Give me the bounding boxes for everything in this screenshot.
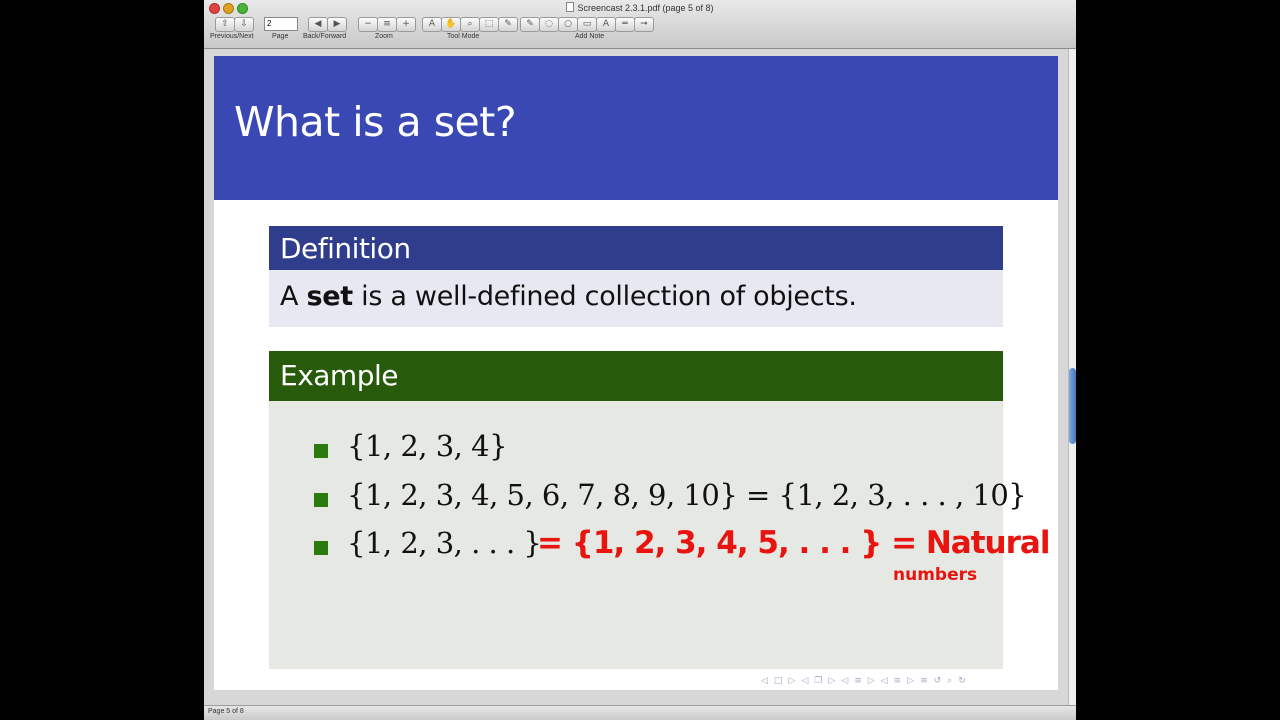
note-arrow-button[interactable]: ➞ [634, 17, 654, 32]
page-label: Page [272, 33, 289, 40]
nav-icon[interactable]: ▷ [868, 676, 875, 686]
pdf-document-icon [566, 2, 575, 12]
zoom-to-fit-button[interactable]: ≡ [377, 17, 397, 32]
tool-mode-label: Tool Mode [447, 33, 480, 40]
annotate-tool-button[interactable]: ✎ [498, 17, 518, 32]
note-text-button[interactable]: ✎ [520, 17, 540, 32]
example-block-body: {1, 2, 3, 4} {1, 2, 3, 4, 5, 6, 7, 8, 9,… [269, 401, 1050, 669]
example-item: {1, 2, 3, 4, 5, 6, 7, 8, 9, 10} = {1, 2,… [347, 478, 1027, 512]
forward-button[interactable]: ▶ [327, 17, 347, 32]
note-rectangle-button[interactable]: ▭ [577, 17, 597, 32]
beamer-navigation-bar: ◁ □ ▷ ◁ ❐ ▷ ◁ ≡ ▷ ◁ ≡ ▷ ≡ ↺ ⌕ ↻ [761, 676, 966, 686]
page-status: Page 5 of 8 [208, 708, 244, 715]
handwritten-annotation-line2: numbers [893, 565, 978, 585]
select-tool-button[interactable]: ⬚ [479, 17, 499, 32]
zoom-in-button[interactable]: + [396, 17, 416, 32]
definition-suffix: is a well-defined collection of objects. [352, 281, 857, 312]
note-highlight-button[interactable]: A [596, 17, 616, 32]
back-forward-group: ◀ ▶ [308, 17, 347, 32]
zoom-group: − ≡ + [358, 17, 416, 32]
nav-icon[interactable]: ❐ [814, 676, 822, 686]
definition-prefix: A [280, 281, 307, 312]
zoom-tool-button[interactable]: ⌕ [460, 17, 480, 32]
note-oval-button[interactable]: ○ [558, 17, 578, 32]
bullet-marker [314, 444, 328, 458]
add-note-group: ✎ ◌ ○ ▭ A ═ ➞ [520, 17, 654, 32]
pdf-viewer-window: Screencast 2.3.1.pdf (page 5 of 8) ⇧ ⇩ 2… [204, 0, 1076, 720]
nav-icon[interactable]: ≡ [894, 676, 902, 686]
nav-icon[interactable]: ▷ [828, 676, 835, 686]
nav-icon[interactable]: ◁ [841, 676, 848, 686]
nav-icon[interactable]: ≡ [854, 676, 862, 686]
nav-icon[interactable]: ≡ [920, 676, 928, 686]
slide-title: What is a set? [234, 98, 517, 146]
definition-block-header: Definition [269, 226, 1003, 270]
back-forward-label: Back/Forward [303, 33, 347, 40]
document-area[interactable]: What is a set? Definition A set is a wel… [204, 49, 1068, 705]
add-note-label: Add Note [575, 33, 605, 40]
scrollbar-thumb[interactable] [1069, 368, 1076, 444]
definition-heading: Definition [280, 232, 411, 265]
previous-next-group: ⇧ ⇩ [215, 17, 254, 32]
nav-icon[interactable]: ◁ [761, 676, 768, 686]
slide-title-bar: What is a set? [214, 56, 1058, 200]
note-callout-button[interactable]: ◌ [539, 17, 559, 32]
handwritten-annotation: = {1, 2, 3, 4, 5, . . . } = Natural [537, 525, 1050, 561]
bullet-marker [314, 493, 328, 507]
definition-term: set [306, 281, 353, 312]
example-block-header: Example [269, 351, 1003, 401]
next-page-button[interactable]: ⇩ [234, 17, 254, 32]
previous-next-label: Previous/Next [210, 33, 254, 40]
nav-icon[interactable]: ▷ [907, 676, 914, 686]
note-strikethrough-button[interactable]: ═ [615, 17, 635, 32]
window-title-text: Screencast 2.3.1.pdf (page 5 of 8) [577, 3, 714, 13]
definition-block-body: A set is a well-defined collection of ob… [269, 270, 1003, 327]
nav-icon[interactable]: □ [774, 676, 783, 686]
bullet-marker [314, 541, 328, 555]
example-heading: Example [280, 359, 398, 392]
definition-text: A set is a well-defined collection of ob… [280, 281, 857, 312]
nav-icon[interactable]: ▷ [788, 676, 795, 686]
nav-icon[interactable]: ◁ [881, 676, 888, 686]
text-tool-button[interactable]: A [422, 17, 442, 32]
example-item: {1, 2, 3, 4} [347, 429, 508, 463]
window-title: Screencast 2.3.1.pdf (page 5 of 8) [204, 2, 1076, 13]
previous-page-button[interactable]: ⇧ [215, 17, 235, 32]
back-button[interactable]: ◀ [308, 17, 328, 32]
zoom-out-button[interactable]: − [358, 17, 378, 32]
nav-icon[interactable]: ↺ [934, 676, 942, 686]
nav-icon[interactable]: ↻ [958, 676, 966, 686]
nav-icon[interactable]: ◁ [801, 676, 808, 686]
zoom-label: Zoom [375, 33, 393, 40]
page-number-field[interactable]: 2 [264, 17, 298, 31]
example-item: {1, 2, 3, . . . } [347, 526, 542, 560]
status-bar: Page 5 of 8 [204, 705, 1076, 720]
tool-mode-group: A ✋ ⌕ ⬚ ✎ [422, 17, 518, 32]
move-tool-button[interactable]: ✋ [441, 17, 461, 32]
title-bar: Screencast 2.3.1.pdf (page 5 of 8) ⇧ ⇩ 2… [204, 0, 1076, 49]
nav-icon[interactable]: ⌕ [947, 676, 952, 686]
slide-page: What is a set? Definition A set is a wel… [214, 56, 1058, 690]
